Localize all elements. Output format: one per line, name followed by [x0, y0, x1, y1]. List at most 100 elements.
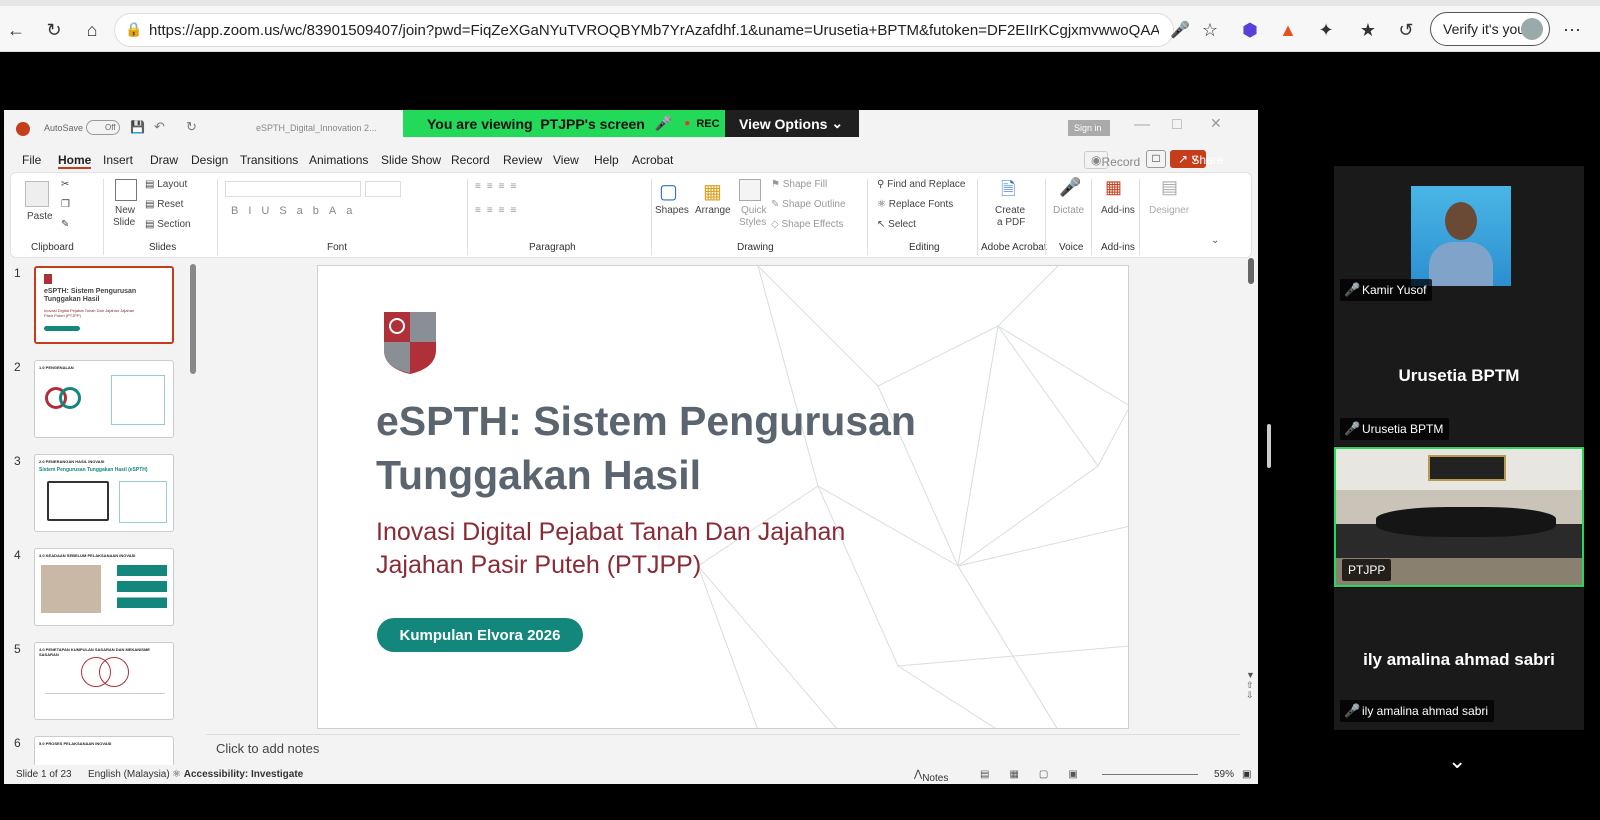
chevron-down-icon[interactable]: ⌄	[1448, 748, 1466, 774]
extension-brave-icon[interactable]: ▲	[1276, 18, 1300, 42]
cut-icon[interactable]: ✂	[61, 179, 69, 190]
menu-slide-show[interactable]: Slide Show	[381, 153, 441, 167]
slide-nav-arrows-icon[interactable]: ▼ ⇧ ⇩	[1246, 670, 1255, 700]
menu-record[interactable]: Record	[451, 153, 490, 167]
menu-review[interactable]: Review	[503, 153, 542, 167]
slide-thumbnail[interactable]: 5.0 PROSES PELAKSANAAN INOVASI	[34, 736, 174, 765]
list-icons[interactable]: ≡≡≡≡	[475, 181, 522, 192]
view-buttons-icons[interactable]: ▤▦▢▣	[980, 769, 1098, 780]
close-icon[interactable]: ✕	[1210, 115, 1222, 132]
extensions-icon[interactable]: ✦	[1314, 18, 1338, 42]
participant-tile[interactable]: 🎤 Kamir Yusof	[1334, 166, 1584, 302]
minimize-icon[interactable]: —	[1134, 116, 1150, 134]
sign-in-button[interactable]: Sign in	[1068, 120, 1110, 136]
fit-slide-icon[interactable]: ▣	[1242, 769, 1251, 780]
arrange-icon[interactable]: ▦	[703, 179, 722, 204]
add-ins-icon[interactable]: ▦	[1105, 177, 1122, 198]
add-ins-button[interactable]: Add-ins	[1101, 205, 1135, 216]
save-icon[interactable]: 💾	[130, 120, 145, 134]
comments-icon[interactable]: □	[1146, 150, 1166, 168]
thumb-scrollbar[interactable]	[190, 264, 196, 374]
menu-insert[interactable]: Insert	[103, 153, 133, 167]
reset-button[interactable]: ▤ Reset	[145, 199, 183, 210]
quick-styles-label2[interactable]: Styles	[739, 217, 766, 228]
clipboard-icon[interactable]	[25, 181, 49, 207]
new-slide-label[interactable]: New	[115, 205, 135, 216]
slide-thumbnail[interactable]: 4.0 PENETAPAN KUMPULAN SASARAN DAN MEKAN…	[34, 642, 174, 720]
menu-transitions[interactable]: Transitions	[240, 153, 298, 167]
font-format-icons[interactable]: BIUSabAa	[231, 205, 362, 217]
panel-resize-handle[interactable]	[1267, 424, 1271, 468]
microphone-icon[interactable]: 🎤	[1168, 18, 1192, 42]
dictate-icon[interactable]: 🎤	[1059, 177, 1081, 198]
back-icon[interactable]: ←	[4, 18, 28, 42]
menu-view[interactable]: View	[553, 153, 579, 167]
slide-thumbnail[interactable]: 1.0 PENGENALAN	[34, 360, 174, 438]
favorite-star-icon[interactable]: ☆	[1198, 18, 1222, 42]
replace-fonts-button[interactable]: ⚛ Replace Fonts	[877, 199, 953, 210]
participant-tile[interactable]: Urusetia BPTM 🎤 Urusetia BPTM	[1334, 302, 1584, 446]
zoom-level[interactable]: 59%	[1214, 769, 1234, 780]
create-pdf-label[interactable]: Create	[995, 205, 1025, 216]
undo-icon[interactable]: ↶	[154, 119, 165, 135]
menu-animations[interactable]: Animations	[309, 153, 368, 167]
zoom-slider[interactable]	[1102, 774, 1198, 775]
shapes-button[interactable]: Shapes	[655, 205, 689, 216]
quick-styles-label[interactable]: Quick	[741, 205, 767, 216]
select-button[interactable]: ↖ Select	[877, 219, 916, 230]
dictate-button[interactable]: Dictate	[1053, 205, 1084, 216]
address-bar[interactable]: 🔒 https://app.zoom.us/wc/83901509407/joi…	[114, 13, 1174, 47]
new-slide-icon[interactable]	[115, 179, 137, 201]
create-pdf-label2[interactable]: a PDF	[997, 217, 1025, 228]
participant-tile-active[interactable]: PTJPP	[1334, 447, 1584, 587]
shape-effects-button[interactable]: ◇ Shape Effects	[771, 219, 844, 230]
designer-icon[interactable]: ▤	[1161, 177, 1178, 198]
slide-scrollbar[interactable]	[1248, 258, 1254, 284]
more-menu-icon[interactable]: ⋯	[1560, 18, 1584, 42]
lock-icon[interactable]: 🔒	[125, 21, 142, 38]
slide-thumbnail[interactable]: 2.0 PENERANGAN HASIL INOVASI Sistem Peng…	[34, 454, 174, 532]
verify-profile-button[interactable]: Verify it's you	[1430, 12, 1550, 46]
arrange-button[interactable]: Arrange	[695, 205, 731, 216]
slide-thumbnail[interactable]: eSPTH: Sistem Pengurusan Tunggakan Hasil…	[34, 266, 174, 344]
accessibility-status[interactable]: ⚛ Accessibility: Investigate	[172, 769, 303, 780]
history-icon[interactable]: ↺	[1394, 18, 1418, 42]
notes-pane[interactable]: Click to add notes	[206, 734, 1240, 762]
font-size-box[interactable]	[365, 181, 401, 197]
menu-file[interactable]: File	[22, 153, 41, 167]
url-text[interactable]: https://app.zoom.us/wc/83901509407/join?…	[149, 22, 1159, 39]
font-family-box[interactable]	[225, 181, 361, 197]
slide-thumbnail[interactable]: 3.0 KEADAAN SEBELUM PELAKSANAAN INOVASI	[34, 548, 174, 626]
menu-design[interactable]: Design	[191, 153, 228, 167]
home-icon[interactable]: ⌂	[80, 18, 104, 42]
share-button[interactable]: ↗ Share ˅	[1170, 150, 1223, 168]
menu-help[interactable]: Help	[594, 153, 619, 167]
view-options-button[interactable]: View Options ⌄	[725, 110, 859, 137]
format-painter-icon[interactable]: ✎	[61, 219, 69, 230]
new-slide-label2[interactable]: Slide	[113, 217, 135, 228]
layout-button[interactable]: ▤ Layout	[145, 179, 187, 190]
designer-button[interactable]: Designer	[1149, 205, 1189, 216]
participant-tile[interactable]: ily amalina ahmad sabri 🎤 ily amalina ahm…	[1334, 588, 1584, 730]
redo-icon[interactable]: ↻	[186, 119, 197, 135]
maximize-icon[interactable]: □	[1172, 116, 1182, 134]
menu-home[interactable]: Home	[58, 153, 92, 169]
slide-canvas[interactable]: eSPTH: Sistem Pengurusan Tunggakan Hasil…	[317, 265, 1129, 729]
copy-icon[interactable]: ❐	[61, 199, 70, 210]
shape-fill-button[interactable]: ⚑ Shape Fill	[771, 179, 827, 190]
quick-styles-icon[interactable]	[739, 179, 761, 201]
record-button[interactable]: ◉ Record	[1084, 151, 1140, 169]
find-replace-button[interactable]: ⚲ Find and Replace	[877, 179, 966, 190]
align-icons[interactable]: ≡≡≡≡	[475, 205, 522, 216]
create-pdf-icon[interactable]: 🗎	[1001, 177, 1015, 207]
menu-acrobat[interactable]: Acrobat	[632, 153, 673, 167]
notes-toggle[interactable]: ⋀ Notes	[914, 769, 948, 784]
favorites-icon[interactable]: ★	[1356, 18, 1380, 42]
paste-button[interactable]: Paste	[27, 211, 53, 222]
shape-outline-button[interactable]: ✎ Shape Outline	[771, 199, 846, 210]
extension-shield-icon[interactable]: ⬢	[1238, 18, 1262, 42]
shapes-icon[interactable]: ▢	[659, 179, 678, 204]
autosave-toggle[interactable]: Off	[86, 120, 120, 135]
reload-icon[interactable]: ↻	[42, 18, 66, 42]
section-button[interactable]: ▤ Section	[145, 219, 191, 230]
